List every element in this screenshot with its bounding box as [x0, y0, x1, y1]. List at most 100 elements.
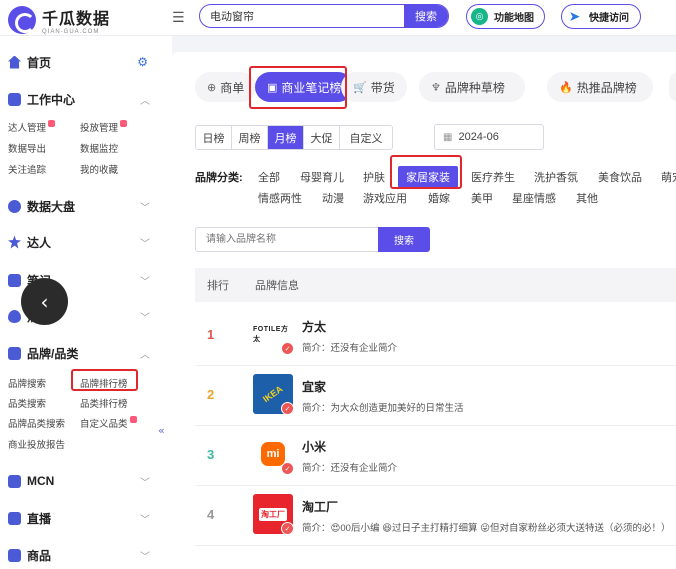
category-nail[interactable]: 美甲: [471, 190, 493, 206]
menu-toggle-icon[interactable]: ☰: [172, 10, 185, 26]
column-rank: 排行: [207, 280, 229, 292]
period-custom[interactable]: 自定义: [340, 126, 392, 149]
category-relationship[interactable]: 情感两性: [258, 190, 302, 206]
tab-brand-seeding[interactable]: ♆ 品牌种草榜: [419, 72, 525, 102]
cart-icon: 🛒: [353, 80, 367, 94]
sidebar-item-label: 直播: [27, 511, 52, 526]
global-search-button[interactable]: 搜索: [404, 5, 448, 27]
ranking-panel: ⊕ 商单 ▣ 商业笔记榜 🛒 带货 ♆ 品牌种草榜 🔥 热推品牌榜 日榜 周榜 月榜 大促…: [172, 52, 676, 569]
function-map-label: 功能地图: [494, 13, 534, 24]
scroll-left-button[interactable]: ‹: [21, 278, 68, 325]
sidebar-link-data-monitor[interactable]: 数据监控: [80, 141, 118, 155]
brand-name[interactable]: 方太: [302, 318, 326, 335]
sidebar-link-favorites[interactable]: 我的收藏: [80, 162, 118, 176]
rank-number: 3: [207, 447, 215, 462]
sidebar-item-label: 达人: [27, 235, 52, 250]
sidebar-item-brand[interactable]: 品牌/品类 ︿: [0, 341, 160, 365]
sidebar-item-goods[interactable]: 商品 ﹀: [0, 543, 160, 567]
map-icon: ◎: [471, 8, 488, 25]
chevron-up-icon: ︿: [140, 349, 150, 361]
category-wash-fragrance[interactable]: 洗护香氛: [534, 169, 578, 185]
category-maternity[interactable]: 母婴育儿: [300, 169, 344, 185]
tab-more[interactable]: [669, 72, 676, 102]
logo-name: 千瓜数据: [42, 11, 111, 28]
sidebar-link-category-search[interactable]: 品类搜索: [8, 396, 46, 410]
table-row[interactable]: 2 IKEA ✓ 宜家 简介：为大众创造更加美好的日常生活: [195, 366, 676, 426]
quick-access-button[interactable]: ➤ 快捷访问: [561, 4, 641, 29]
period-weekly[interactable]: 周榜: [232, 126, 268, 149]
person-icon: [8, 235, 21, 249]
verified-icon: ✓: [281, 342, 294, 355]
category-astrology[interactable]: 星座情感: [512, 190, 556, 206]
chevron-down-icon: ﹀: [140, 477, 150, 489]
collapse-sidebar-icon[interactable]: «: [158, 424, 165, 437]
global-search-input[interactable]: [200, 5, 404, 27]
chevron-down-icon: ﹀: [140, 276, 150, 288]
chevron-down-icon: ﹀: [140, 312, 150, 324]
rank-number: 4: [207, 507, 215, 522]
highlight-box: [249, 66, 347, 109]
chevron-down-icon: ﹀: [140, 202, 150, 214]
shopping-bag-icon: [8, 548, 21, 562]
home-icon: [8, 55, 21, 69]
sidebar-item-label: 数据大盘: [27, 199, 76, 214]
chevron-up-icon: ︿: [140, 95, 150, 107]
category-other[interactable]: 其他: [576, 190, 598, 206]
chevron-down-icon: ﹀: [140, 238, 150, 250]
tab-hot-brands[interactable]: 🔥 热推品牌榜: [547, 72, 653, 102]
function-map-button[interactable]: ◎ 功能地图: [466, 4, 545, 29]
flame-icon: [8, 309, 21, 323]
main-content: ⊕ 商单 ▣ 商业笔记榜 🛒 带货 ♆ 品牌种草榜 🔥 热推品牌榜 日榜 周榜 月榜 大促…: [172, 36, 676, 569]
sidebar-item-home[interactable]: 首页 ⚙: [0, 50, 160, 74]
sidebar-item-mcn[interactable]: MCN ﹀: [0, 469, 160, 493]
table-row[interactable]: 3 mi ✓ 小米 简介：还没有企业简介: [195, 426, 676, 486]
settings-icon[interactable]: ⚙: [137, 55, 148, 69]
logo[interactable]: 千瓜数据 QIAN-GUA.COM: [8, 5, 110, 35]
new-badge: [120, 120, 128, 127]
category-anime[interactable]: 动漫: [322, 190, 344, 206]
sidebar-link-custom-category[interactable]: 自定义品类: [80, 416, 137, 430]
brand-search-button[interactable]: 搜索: [378, 227, 430, 252]
sidebar-link-brand-category-search[interactable]: 品牌品类搜索: [8, 416, 65, 430]
sidebar-item-work-center[interactable]: 工作中心 ︿: [0, 87, 160, 111]
new-badge: [129, 416, 137, 423]
sidebar-link-ad-report[interactable]: 商业投放报告: [8, 437, 65, 451]
sidebar-item-live[interactable]: 直播 ﹀: [0, 506, 160, 530]
logo-icon: [8, 6, 36, 34]
category-wedding[interactable]: 婚嫁: [428, 190, 450, 206]
month-picker[interactable]: ▦ 2024-06: [434, 124, 544, 150]
category-health[interactable]: 医疗养生: [471, 169, 515, 185]
sidebar-item-data-board[interactable]: 数据大盘 ﹀: [0, 194, 160, 218]
brand-name[interactable]: 淘工厂: [302, 498, 338, 515]
category-skincare[interactable]: 护肤: [363, 169, 385, 185]
new-badge: [48, 120, 56, 127]
chevron-down-icon: ﹀: [140, 551, 150, 563]
category-all[interactable]: 全部: [258, 169, 280, 185]
tab-orders[interactable]: ⊕ 商单: [195, 72, 257, 102]
chevron-down-icon: ﹀: [140, 514, 150, 526]
verified-icon: ✓: [281, 402, 294, 415]
rank-number: 1: [207, 327, 215, 342]
brand-name[interactable]: 小米: [302, 438, 326, 455]
table-row[interactable]: 4 淘工厂 ✓ 淘工厂 简介：😍00后小编 😆过日子主打精打细算 😜但对自家粉丝…: [195, 486, 676, 546]
category-food-drink[interactable]: 美食饮品: [598, 169, 642, 185]
sidebar-link-data-export[interactable]: 数据导出: [8, 141, 46, 155]
sidebar-link-brand-search[interactable]: 品牌搜索: [8, 376, 46, 390]
sidebar-link-campaign-manage[interactable]: 投放管理: [80, 120, 128, 134]
period-promo[interactable]: 大促: [304, 126, 340, 149]
sidebar-link-follow-track[interactable]: 关注追踪: [8, 162, 46, 176]
category-games-apps[interactable]: 游戏应用: [363, 190, 407, 206]
period-monthly[interactable]: 月榜: [268, 126, 304, 149]
mcn-icon: [8, 474, 21, 488]
brand-search-input[interactable]: [195, 227, 378, 252]
brand-name[interactable]: 宜家: [302, 378, 326, 395]
category-pets[interactable]: 萌宠: [661, 169, 676, 185]
note-icon: [8, 273, 21, 287]
brand-description: 简介：还没有企业简介: [302, 343, 398, 354]
tab-sales[interactable]: 🛒 带货: [341, 72, 407, 102]
period-daily[interactable]: 日榜: [196, 126, 232, 149]
sidebar-link-kol-manage[interactable]: 达人管理: [8, 120, 56, 134]
sidebar-item-kol[interactable]: 达人 ﹀: [0, 230, 160, 254]
sidebar-link-category-ranking[interactable]: 品类排行榜: [80, 396, 128, 410]
table-row[interactable]: 1 FOTILE方太 ✓ 方太 简介：还没有企业简介: [195, 306, 676, 366]
